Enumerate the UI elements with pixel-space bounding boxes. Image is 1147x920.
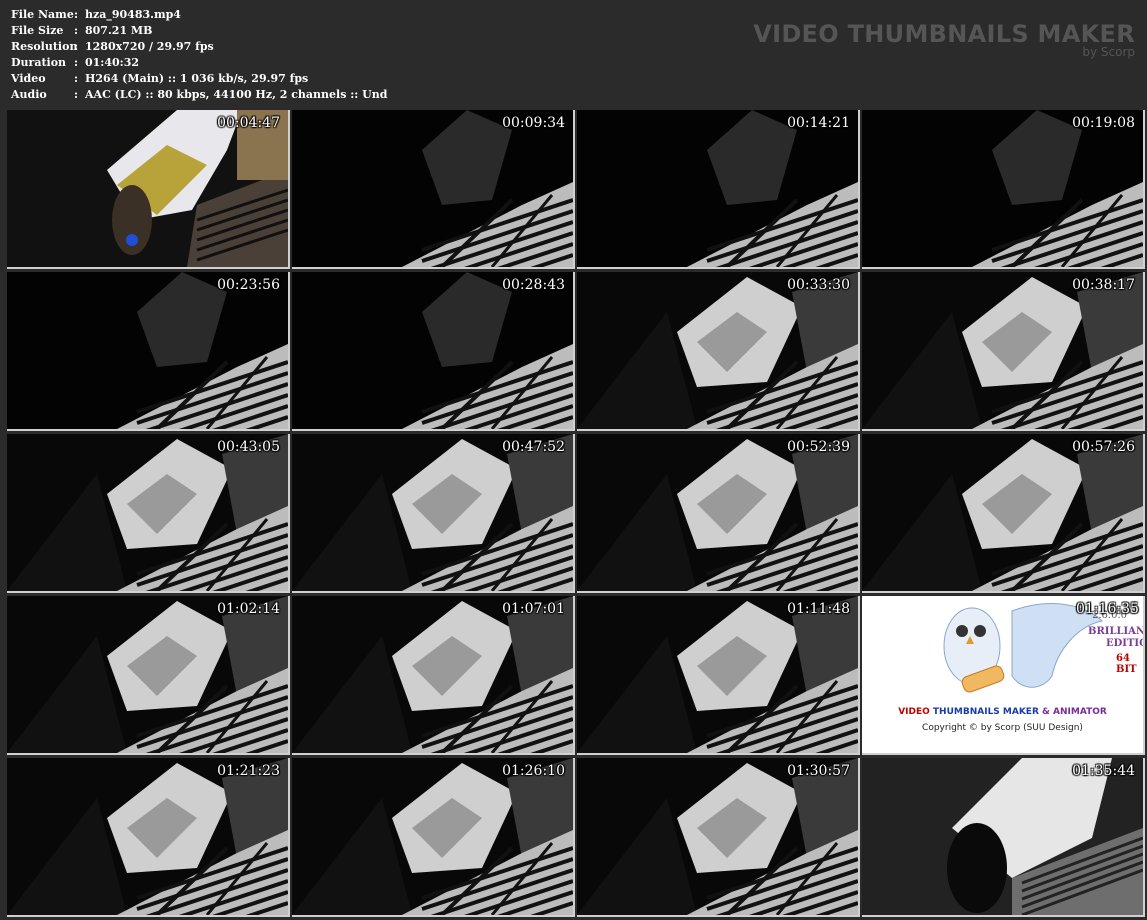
timestamp: 01:07:01 [502, 601, 565, 617]
video-thumbnail: 00:23:56 [7, 272, 290, 431]
promo-title-part: VIDEO [898, 707, 930, 717]
timestamp: 00:33:30 [787, 277, 850, 293]
timestamp: 01:35:44 [1072, 763, 1135, 779]
video-thumbnail: 00:47:52 [292, 434, 575, 593]
info-label: Video [11, 72, 46, 85]
timestamp: 01:26:10 [502, 763, 565, 779]
info-label: File Size [11, 24, 64, 37]
frame-image [577, 434, 858, 591]
thumbnail-grid: 00:04:47 00:09:34 00:14:21 00:19:08 00:23:56… [7, 110, 1147, 920]
info-label: Audio [11, 88, 47, 101]
timestamp: 01:11:48 [787, 601, 850, 617]
frame-image [292, 758, 573, 915]
info-value: 807.21 MB [85, 24, 153, 37]
timestamp: 00:57:26 [1072, 439, 1135, 455]
info-label: Duration [11, 56, 67, 69]
timestamp: 00:43:05 [217, 439, 280, 455]
info-label: File Name [11, 8, 74, 21]
promo-copyright: Copyright © by Scorp (SUU Design) [922, 723, 1083, 733]
frame-image [577, 110, 858, 267]
video-thumbnail: 00:14:21 [577, 110, 860, 269]
info-separator: : [74, 24, 79, 37]
frame-image [862, 434, 1143, 591]
frame-image [292, 272, 573, 429]
video-thumbnail: 00:09:34 [292, 110, 575, 269]
info-value: hza_90483.mp4 [85, 8, 181, 21]
frame-image [7, 434, 288, 591]
timestamp: 01:21:23 [217, 763, 280, 779]
video-thumbnail: 01:11:48 [577, 596, 860, 755]
timestamp: 00:28:43 [502, 277, 565, 293]
frame-image [7, 110, 288, 267]
frame-image [862, 110, 1143, 267]
frame-image [862, 758, 1143, 915]
promo-thumbnail: 2.6.0.0BRILLIANTEDITION64 BITVIDEO THUMB… [862, 596, 1145, 755]
promo-title-part: & ANIMATOR [1042, 707, 1107, 717]
info-separator: : [74, 8, 79, 21]
timestamp: 01:16:35 [1076, 601, 1139, 617]
promo-edition-line2: EDITION [1106, 638, 1143, 649]
video-thumbnail: 00:43:05 [7, 434, 290, 593]
timestamp: 00:04:47 [217, 115, 280, 131]
file-info: File Name: hza_90483.mp4 File Size:807.21… [11, 7, 387, 103]
info-separator: : [74, 88, 79, 101]
promo-title-part: THUMBNAILS MAKER [932, 707, 1039, 717]
video-thumbnail: 00:33:30 [577, 272, 860, 431]
frame-image [577, 596, 858, 753]
info-row: File Name: hza_90483.mp4 [11, 7, 387, 23]
info-row: Video: H264 (Main) :: 1 036 kb/s, 29.97 f… [11, 71, 387, 87]
timestamp: 00:52:39 [787, 439, 850, 455]
video-thumbnail: 01:21:23 [7, 758, 290, 917]
timestamp: 01:02:14 [217, 601, 280, 617]
info-value: AAC (LC) :: 80 kbps, 44100 Hz, 2 channel… [85, 88, 388, 101]
timestamp: 00:09:34 [502, 115, 565, 131]
timestamp: 00:47:52 [502, 439, 565, 455]
video-thumbnail: 00:04:47 [7, 110, 290, 269]
timestamp: 00:14:21 [787, 115, 850, 131]
info-row: Audio: AAC (LC) :: 80 kbps, 44100 Hz, 2 c… [11, 87, 387, 103]
info-value: 01:40:32 [85, 56, 140, 69]
promo-title: VIDEO THUMBNAILS MAKER & ANIMATOR [862, 707, 1143, 717]
brand-title: VIDEO THUMBNAILS MAKER [753, 20, 1135, 48]
frame-image [292, 110, 573, 267]
video-thumbnail: 00:52:39 [577, 434, 860, 593]
frame-image [862, 272, 1143, 429]
video-thumbnail: 01:02:14 [7, 596, 290, 755]
video-thumbnail: 01:35:44 [862, 758, 1145, 917]
promo-bits: 64 BIT [1116, 653, 1137, 675]
brand-watermark: VIDEO THUMBNAILS MAKER by Scorp [753, 20, 1135, 59]
frame-image [7, 272, 288, 429]
info-row: Duration:01:40:32 [11, 55, 387, 71]
info-row: Resolution:1280x720 / 29.97 fps [11, 39, 387, 55]
frame-image [7, 758, 288, 915]
timestamp: 00:23:56 [217, 277, 280, 293]
info-value: 1280x720 / 29.97 fps [85, 40, 214, 53]
info-label: Resolution [11, 40, 78, 53]
video-thumbnail: 00:28:43 [292, 272, 575, 431]
timestamp: 00:19:08 [1072, 115, 1135, 131]
timestamp: 00:38:17 [1072, 277, 1135, 293]
info-separator: : [74, 40, 79, 53]
video-thumbnail: 01:26:10 [292, 758, 575, 917]
video-thumbnail: 00:38:17 [862, 272, 1145, 431]
promo-edition-line1: BRILLIANT [1088, 626, 1145, 637]
video-thumbnail: 00:19:08 [862, 110, 1145, 269]
info-value: H264 (Main) :: 1 036 kb/s, 29.97 fps [85, 72, 309, 85]
frame-image [577, 758, 858, 915]
video-thumbnail: 00:57:26 [862, 434, 1145, 593]
info-separator: : [74, 56, 79, 69]
info-separator: : [74, 72, 79, 85]
timestamp: 01:30:57 [787, 763, 850, 779]
frame-image [292, 596, 573, 753]
video-thumbnail: 01:07:01 [292, 596, 575, 755]
info-row: File Size:807.21 MB [11, 23, 387, 39]
video-thumbnail: 01:30:57 [577, 758, 860, 917]
frame-image [577, 272, 858, 429]
frame-image [292, 434, 573, 591]
frame-image [7, 596, 288, 753]
